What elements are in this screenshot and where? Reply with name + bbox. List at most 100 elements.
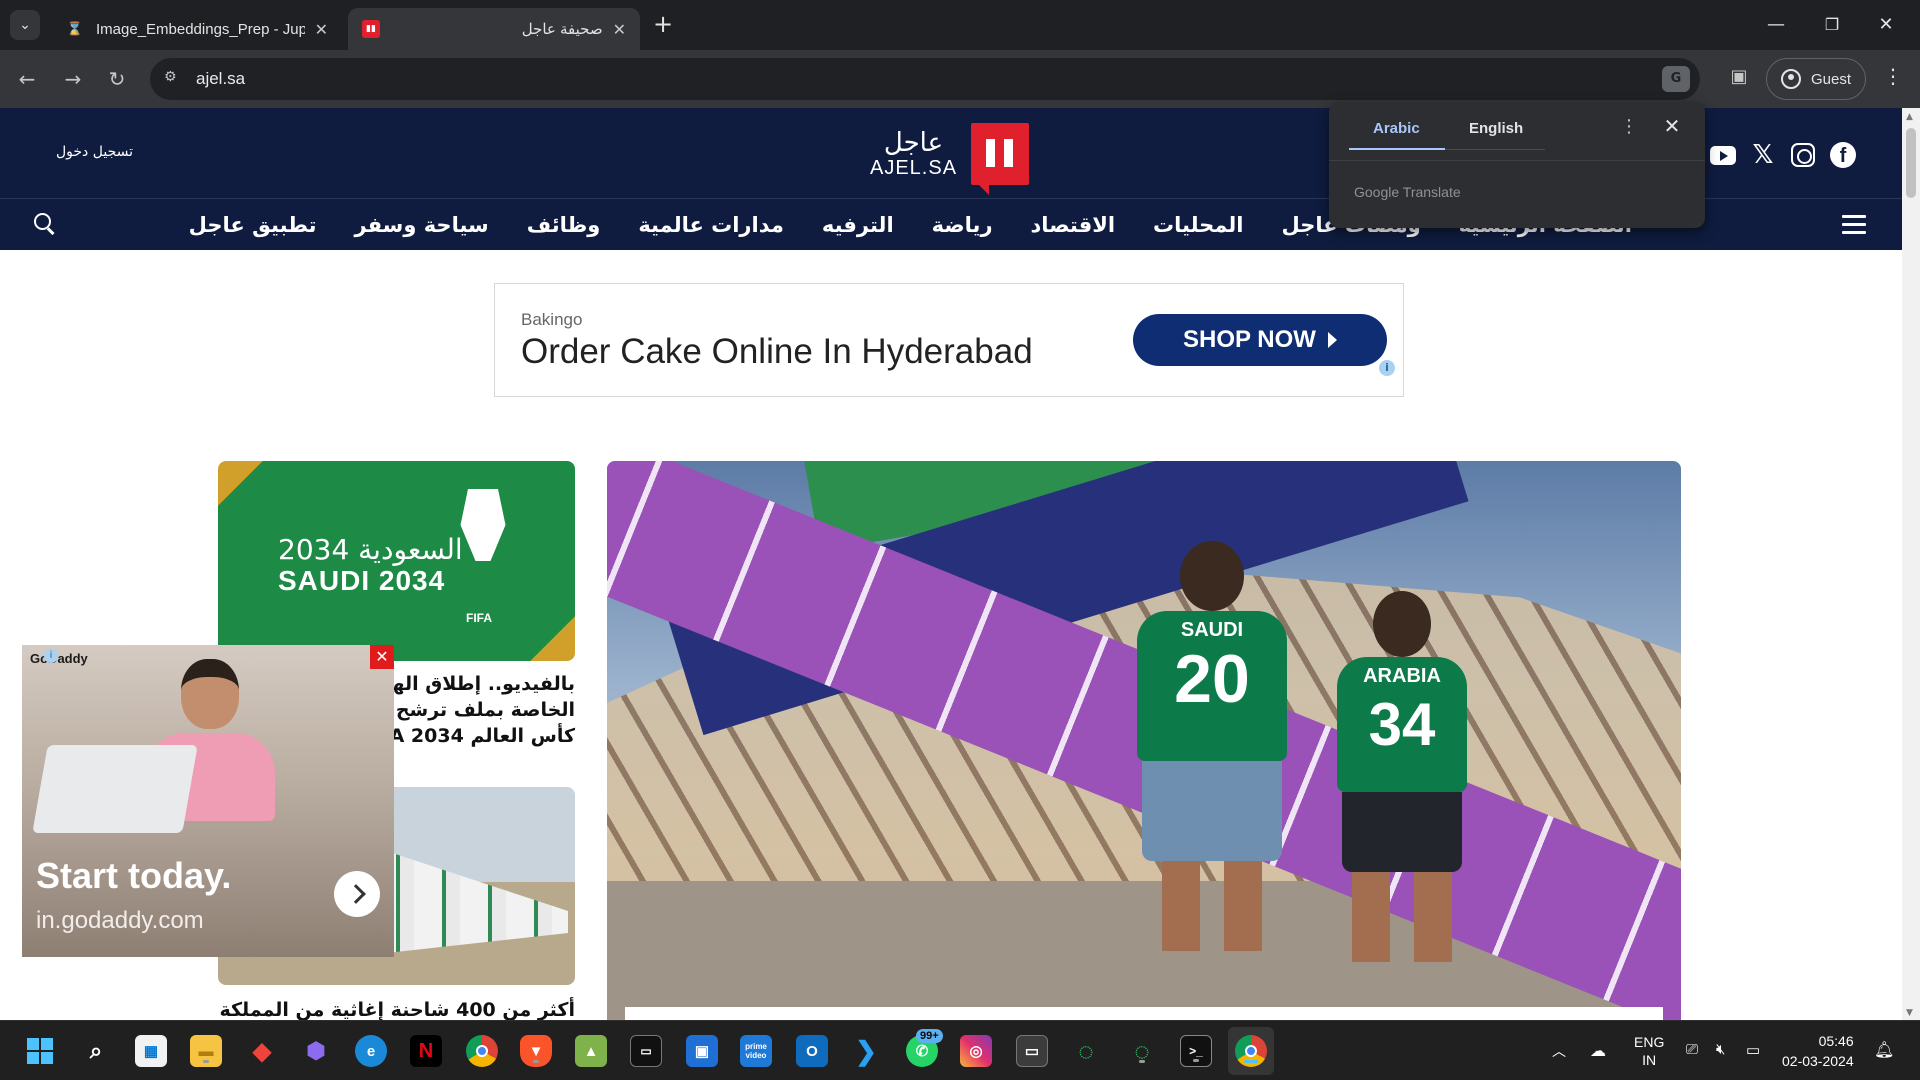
profile-button[interactable]: Guest: [1766, 58, 1866, 100]
search-icon[interactable]: [34, 213, 56, 235]
logo-wordmark: عاجل AJEL.SA: [870, 129, 957, 180]
scroll-up-icon[interactable]: ▲: [1906, 112, 1913, 122]
nav-item-travel[interactable]: سياحة وسفر: [355, 213, 489, 237]
brave-icon[interactable]: ▼: [520, 1035, 552, 1067]
prime-video-icon[interactable]: prime video: [740, 1035, 772, 1067]
copilot-icon[interactable]: ⬢: [300, 1035, 332, 1067]
volume-muted-icon[interactable]: 🔇︎: [1716, 1041, 1725, 1080]
facebook-icon[interactable]: f: [1830, 142, 1856, 168]
edge-icon[interactable]: e: [355, 1035, 387, 1067]
vscode-icon[interactable]: ❯: [850, 1035, 882, 1067]
netflix-icon[interactable]: N: [410, 1035, 442, 1067]
time-text: 05:46: [1818, 1033, 1854, 1049]
child-figure-1: SAUDI 20: [1137, 541, 1287, 961]
translate-icon[interactable]: G: [1662, 66, 1690, 92]
chrome-icon[interactable]: [466, 1035, 498, 1067]
ad-brand: Bakingo: [521, 310, 583, 329]
side-panel-icon[interactable]: ▣: [1726, 66, 1752, 92]
clock[interactable]: 05:46 02-03-2024: [1782, 1031, 1854, 1080]
nav-item-sports[interactable]: رياضة: [932, 213, 993, 237]
store-icon[interactable]: ▦: [135, 1035, 167, 1067]
tab-ajel[interactable]: ▮▮ صحيفة عاجل ✕: [348, 8, 640, 50]
app-icon[interactable]: ▭: [1016, 1035, 1048, 1067]
windows-start-icon[interactable]: [24, 1035, 56, 1067]
ad-headline[interactable]: Order Cake Online In Hyderabad: [521, 332, 1033, 372]
youtube-icon[interactable]: [1710, 142, 1736, 168]
tab-search-chevron-icon[interactable]: ⌄: [10, 10, 40, 40]
nav-item-app[interactable]: تطبيق عاجل: [189, 213, 317, 237]
address-bar[interactable]: ⚙ ajel.sa G: [150, 58, 1700, 100]
site-logo[interactable]: عاجل AJEL.SA: [870, 118, 1030, 195]
forward-arrow-icon[interactable]: →: [58, 64, 88, 94]
translate-tab-english[interactable]: English: [1469, 120, 1523, 137]
sync-icon[interactable]: ◌: [1070, 1035, 1102, 1067]
url-text[interactable]: ajel.sa: [196, 69, 245, 89]
login-link[interactable]: تسجيل دخول: [56, 144, 133, 160]
browser-menu-icon[interactable]: ⋮: [1880, 64, 1906, 94]
battery-icon[interactable]: ▭: [1746, 1041, 1760, 1080]
tab-close-icon[interactable]: ✕: [613, 20, 626, 39]
photos-icon[interactable]: ▲: [575, 1035, 607, 1067]
shop-now-button[interactable]: SHOP NOW: [1133, 314, 1387, 366]
nav-item-economy[interactable]: الاقتصاد: [1031, 213, 1116, 237]
app-icon[interactable]: ▣: [686, 1035, 718, 1067]
language-indicator[interactable]: ENG IN: [1634, 1033, 1664, 1080]
godaddy-logo: GoDaddy: [30, 651, 88, 666]
fifa-tag: FIFA: [466, 611, 492, 625]
new-tab-button[interactable]: +: [650, 12, 676, 38]
menu-hamburger-icon[interactable]: [1842, 215, 1866, 235]
minimize-button[interactable]: —: [1756, 10, 1796, 40]
page-scrollbar[interactable]: ▲ ▼: [1902, 108, 1920, 1020]
site-settings-icon[interactable]: ⚙: [164, 69, 184, 89]
back-arrow-icon[interactable]: ←: [12, 64, 42, 94]
close-icon[interactable]: ✕: [1661, 114, 1683, 140]
more-options-icon[interactable]: ⋮: [1619, 116, 1639, 142]
nav-item-world[interactable]: مدارات عالمية: [638, 213, 784, 237]
translate-tab-arabic[interactable]: Arabic: [1373, 120, 1420, 137]
ad-info-icon[interactable]: i: [1379, 360, 1395, 376]
popup-ad[interactable]: GoDaddy i ✕ Start today. in.godaddy.com: [22, 645, 394, 957]
chrome-active-icon[interactable]: [1235, 1035, 1267, 1067]
anydesk-icon[interactable]: ◆: [246, 1035, 278, 1067]
nav-item-jobs[interactable]: وظائف: [527, 213, 601, 237]
logo-mark-icon: [971, 123, 1030, 195]
tab-jupyter[interactable]: ⌛ Image_Embeddings_Prep - Jupyter ✕: [52, 8, 342, 50]
tray-overflow-icon[interactable]: ︿: [1552, 1041, 1566, 1080]
chevron-right-icon[interactable]: [334, 871, 380, 917]
ad-headline: Start today.: [36, 855, 232, 896]
search-icon[interactable]: ⌕: [80, 1035, 112, 1067]
network-icon[interactable]: ⎚: [1686, 1041, 1698, 1080]
scroll-thumb[interactable]: [1906, 128, 1916, 198]
play-arrow-icon: [1327, 332, 1337, 348]
profile-icon: [1781, 69, 1801, 89]
reload-icon[interactable]: ↻: [102, 64, 132, 94]
outlook-icon[interactable]: O: [796, 1035, 828, 1067]
nav-item-local[interactable]: المحليات: [1153, 213, 1243, 237]
close-window-button[interactable]: ✕: [1866, 10, 1906, 40]
restore-button[interactable]: ❐: [1812, 10, 1852, 40]
onedrive-cloud-icon[interactable]: ☁: [1590, 1041, 1606, 1080]
file-explorer-icon[interactable]: ▬: [190, 1035, 222, 1067]
ad-close-button[interactable]: ✕: [370, 645, 394, 669]
world-cup-trophy-icon: [460, 489, 506, 609]
logo-latin: AJEL.SA: [870, 156, 958, 179]
tab-close-icon[interactable]: ✕: [315, 20, 328, 39]
sync-icon[interactable]: ◌: [1126, 1035, 1158, 1067]
news-image-saudi-2034[interactable]: السعودية 2034 SAUDI 2034 FIFA: [218, 461, 575, 661]
nav-item-entertainment[interactable]: الترفيه: [822, 213, 894, 237]
language-line-2: IN: [1642, 1052, 1657, 1068]
notification-bell-icon[interactable]: 🔔︎: [1874, 1040, 1894, 1080]
ad-info-icon[interactable]: i: [44, 649, 58, 663]
ad-banner[interactable]: Bakingo Order Cake Online In Hyderabad S…: [494, 283, 1404, 397]
cmd-icon[interactable]: >_: [1180, 1035, 1212, 1067]
x-icon[interactable]: 𝕏: [1750, 140, 1776, 170]
scroll-down-icon[interactable]: ▼: [1906, 1008, 1913, 1018]
terminal-icon[interactable]: ▭: [630, 1035, 662, 1067]
browser-tab-bar: ⌄ ⌛ Image_Embeddings_Prep - Jupyter ✕ ▮▮…: [0, 0, 1920, 50]
hero-image[interactable]: SAUDI 20 ARABIA 34: [607, 461, 1681, 1021]
browser-toolbar: ← → ↻ ⚙ ajel.sa G ▣ Guest ⋮: [0, 50, 1920, 108]
instagram-icon[interactable]: [1790, 142, 1816, 168]
shop-now-label: SHOP NOW: [1183, 326, 1316, 353]
instagram-icon[interactable]: ◎: [960, 1035, 992, 1067]
logo-arabic: عاجل: [883, 127, 944, 158]
